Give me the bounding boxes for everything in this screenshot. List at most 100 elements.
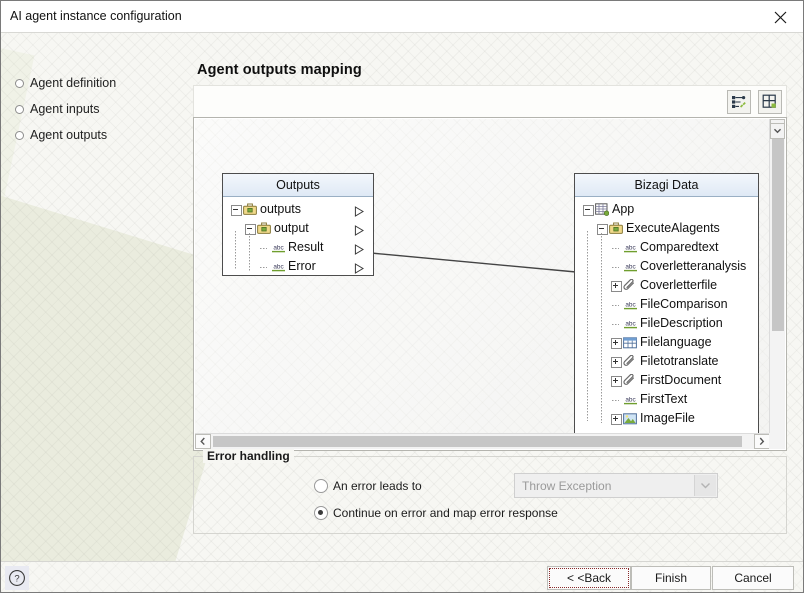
tree-row[interactable]: ImageFile xyxy=(575,409,758,428)
mapping-toolbar xyxy=(193,85,787,117)
sidebar-item-label: Agent inputs xyxy=(30,102,100,116)
auto-map-icon xyxy=(732,96,746,108)
expand-icon[interactable] xyxy=(611,414,622,425)
canvas-horizontal-scrollbar[interactable] xyxy=(195,433,770,449)
tree-row[interactable]: abc Result xyxy=(223,238,373,257)
window-title: AI agent instance configuration xyxy=(10,9,182,23)
bullet-icon xyxy=(15,78,24,88)
collapse-icon[interactable] xyxy=(583,205,594,216)
scrollbar-corner xyxy=(769,433,785,449)
expand-icon[interactable] xyxy=(611,376,622,387)
expand-icon[interactable] xyxy=(611,357,622,368)
connector-point[interactable] xyxy=(354,223,365,236)
close-button[interactable] xyxy=(758,1,803,32)
row-type-icon xyxy=(623,412,637,431)
tree-row[interactable]: outputs xyxy=(223,200,373,219)
paperclip-icon xyxy=(623,278,634,290)
svg-text:abc: abc xyxy=(273,245,284,252)
error-action-dropdown[interactable]: Throw Exception xyxy=(514,473,718,498)
canvas-vertical-scrollbar[interactable] xyxy=(769,119,785,434)
tree-row-label: FileComparison xyxy=(640,297,728,311)
outputs-panel: Outputs outputs output abc Result abc Error xyxy=(222,173,374,276)
tree-row[interactable]: abc Comparedtext xyxy=(575,238,758,257)
scroll-down-button[interactable] xyxy=(770,123,785,139)
title-bar: AI agent instance configuration xyxy=(1,1,803,33)
mapping-canvas-container: Outputs outputs output abc Result abc Error B… xyxy=(193,117,787,451)
svg-text:abc: abc xyxy=(625,245,636,252)
radio-an-error-leads-to[interactable]: An error leads to xyxy=(314,479,422,493)
auto-map-button[interactable] xyxy=(727,90,751,114)
tree-row-label: FileDescription xyxy=(640,316,723,330)
back-button[interactable]: < <Back xyxy=(547,566,631,590)
tree-row[interactable]: abc FileComparison xyxy=(575,295,758,314)
help-button[interactable]: ? xyxy=(5,566,29,590)
help-icon: ? xyxy=(9,570,25,586)
tree-row[interactable]: abc FileDescription xyxy=(575,314,758,333)
radio-label: Continue on error and map error response xyxy=(333,506,558,520)
abc-icon: abc xyxy=(624,245,637,253)
layout-button[interactable] xyxy=(758,90,782,114)
split-layout-icon xyxy=(762,94,776,108)
error-handling-title: Error handling xyxy=(203,449,294,463)
tree-guide-tick xyxy=(260,267,267,268)
radio-continue-on-error[interactable]: Continue on error and map error response xyxy=(314,506,558,520)
tree-row[interactable]: abc FirstText xyxy=(575,390,758,409)
abc-icon: abc xyxy=(624,397,637,405)
bullet-icon xyxy=(15,104,24,114)
horizontal-scroll-thumb[interactable] xyxy=(213,436,742,447)
sidebar-item-agent-definition[interactable]: Agent definition xyxy=(15,74,116,92)
tree-row-label: FirstDocument xyxy=(640,373,722,387)
paperclip-icon xyxy=(623,373,634,385)
tree-row-label: Comparedtext xyxy=(640,240,719,254)
abc-icon: abc xyxy=(624,264,637,272)
tree-row[interactable]: ExecuteAlagents xyxy=(575,219,758,238)
bizagi-data-tree: App ExecuteAlagents abc Comparedtext abc Cove… xyxy=(575,197,758,434)
entity-icon xyxy=(595,203,610,216)
cancel-button[interactable]: Cancel xyxy=(712,566,794,590)
chevron-down-icon xyxy=(773,128,782,134)
mapping-canvas[interactable]: Outputs outputs output abc Result abc Error B… xyxy=(195,119,770,434)
expand-icon[interactable] xyxy=(611,338,622,349)
tree-row[interactable]: Coverletterfile xyxy=(575,276,758,295)
tree-row-label: Coverletterfile xyxy=(640,278,718,292)
connector-point[interactable] xyxy=(354,242,365,255)
tree-row[interactable]: FirstDocument xyxy=(575,371,758,390)
sidebar-item-label: Agent definition xyxy=(30,76,117,90)
connector-arrow-icon xyxy=(354,206,364,217)
tree-row-label: Coverletteranalysis xyxy=(640,259,747,273)
dropdown-arrow-button[interactable] xyxy=(694,475,716,496)
abc-icon: abc xyxy=(624,302,637,310)
tree-guide-tick xyxy=(612,305,619,306)
tree-row[interactable]: Filetotranslate xyxy=(575,352,758,371)
finish-button[interactable]: Finish xyxy=(631,566,711,590)
tree-guide-tick xyxy=(612,400,619,401)
sidebar-item-agent-inputs[interactable]: Agent inputs xyxy=(15,100,100,118)
collapse-icon[interactable] xyxy=(231,205,242,216)
bizagi-data-panel-header: Bizagi Data xyxy=(575,174,758,197)
tree-guide-line xyxy=(587,231,588,421)
tree-guide-tick xyxy=(612,267,619,268)
svg-text:?: ? xyxy=(14,574,19,585)
collapse-icon[interactable] xyxy=(597,224,608,235)
tree-row[interactable]: abc Coverletteranalysis xyxy=(575,257,758,276)
tree-row[interactable]: App xyxy=(575,200,758,219)
outputs-panel-header: Outputs xyxy=(223,174,373,197)
expand-icon[interactable] xyxy=(611,281,622,292)
table-icon xyxy=(623,337,637,349)
tree-row[interactable]: abc Error xyxy=(223,257,373,276)
collapse-icon[interactable] xyxy=(245,224,256,235)
scroll-left-button[interactable] xyxy=(195,434,211,449)
scroll-right-button[interactable] xyxy=(754,434,770,449)
chevron-left-icon xyxy=(200,437,205,446)
bullet-icon xyxy=(15,130,24,140)
tree-row[interactable]: Filelanguage xyxy=(575,333,758,352)
tree-row[interactable]: output xyxy=(223,219,373,238)
sidebar-item-agent-outputs[interactable]: Agent outputs xyxy=(15,126,107,144)
connector-point[interactable] xyxy=(354,204,365,217)
vertical-scroll-thumb[interactable] xyxy=(772,136,784,331)
connector-arrow-icon xyxy=(354,244,364,255)
tree-row-label: FirstText xyxy=(640,392,688,406)
dropdown-value: Throw Exception xyxy=(522,479,612,493)
connector-point[interactable] xyxy=(354,261,365,274)
tree-row-label: ImageFile xyxy=(640,411,695,425)
